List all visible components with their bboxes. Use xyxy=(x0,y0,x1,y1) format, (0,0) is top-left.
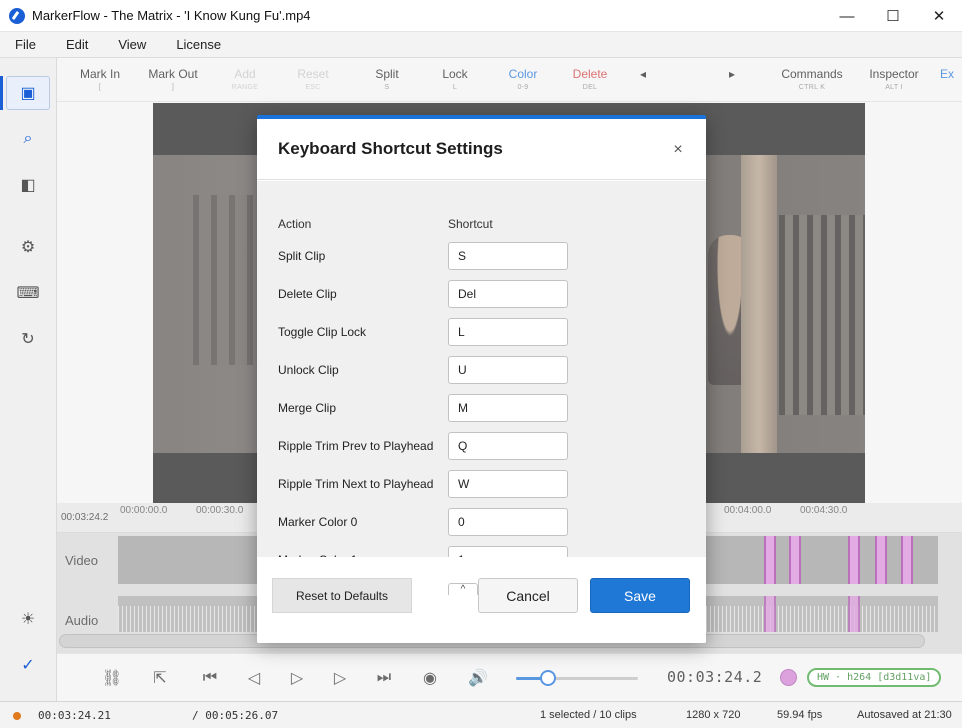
dialog-header: Keyboard Shortcut Settings × xyxy=(257,119,706,180)
active-indicator xyxy=(0,76,3,110)
dialog-footer: Reset to Defaults ^ Cancel Save xyxy=(257,557,706,643)
shortcut-input[interactable]: U xyxy=(448,356,568,384)
shortcut-input[interactable]: Del xyxy=(448,280,568,308)
shortcut-input[interactable]: 0 xyxy=(448,508,568,536)
shortcut-input[interactable]: W xyxy=(448,470,568,498)
column-header-shortcut: Shortcut xyxy=(448,217,493,231)
menu-edit[interactable]: Edit xyxy=(51,37,103,52)
column-header-action: Action xyxy=(278,217,312,231)
panel-icon[interactable]: ◧ xyxy=(6,168,50,202)
reset-defaults-button[interactable]: Reset to Defaults xyxy=(272,578,412,613)
menu-license[interactable]: License xyxy=(161,37,236,52)
shortcut-action-label: Marker Color 0 xyxy=(278,515,358,529)
menu-file[interactable]: File xyxy=(0,37,51,52)
window-title: MarkerFlow - The Matrix - 'I Know Kung F… xyxy=(32,8,311,23)
window-controls: — ☐ ✕ xyxy=(824,0,962,32)
keyboard-icon[interactable]: ⌨ xyxy=(6,276,50,310)
hidden-input-edge: ^ xyxy=(448,583,478,595)
left-rail: ▣ ⌕ ◧ ⚙ ⌨ ↻ ☀ ✓ xyxy=(0,58,57,704)
shortcut-action-label: Delete Clip xyxy=(278,287,337,301)
status-duration: / 00:05:26.07 xyxy=(192,709,279,722)
shortcut-action-label: Split Clip xyxy=(278,249,326,263)
brightness-icon[interactable]: ☀ xyxy=(6,602,50,636)
shortcut-action-label: Merge Clip xyxy=(278,401,337,415)
search-icon[interactable]: ⌕ xyxy=(6,122,50,156)
cancel-button[interactable]: Cancel xyxy=(478,578,578,613)
close-icon[interactable]: × xyxy=(667,141,689,159)
app-logo-icon xyxy=(9,7,25,24)
dialog-title: Keyboard Shortcut Settings xyxy=(278,139,503,158)
settings-icon[interactable]: ⚙ xyxy=(6,230,50,264)
clip-icon[interactable]: ▣ xyxy=(6,76,50,110)
refresh-icon[interactable]: ↻ xyxy=(6,322,50,356)
status-autosave: Autosaved at 21:30 xyxy=(857,709,952,721)
status-dot xyxy=(13,712,21,720)
status-fps: 59.94 fps xyxy=(777,709,823,721)
close-window-button[interactable]: ✕ xyxy=(916,0,962,32)
title-bar: MarkerFlow - The Matrix - 'I Know Kung F… xyxy=(0,0,962,32)
shortcut-input[interactable]: S xyxy=(448,242,568,270)
status-bar: 00:03:24.21 / 00:05:26.07 1 selected / 1… xyxy=(0,701,962,728)
shortcut-action-label: Toggle Clip Lock xyxy=(278,325,367,339)
menu-view[interactable]: View xyxy=(103,37,161,52)
menu-bar: File Edit View License xyxy=(0,32,962,58)
status-selection: 1 selected / 10 clips xyxy=(540,709,637,721)
shortcut-settings-dialog: Keyboard Shortcut Settings × Action Shor… xyxy=(257,115,706,643)
save-button[interactable]: Save xyxy=(590,578,690,613)
shortcut-action-label: Ripple Trim Next to Playhead xyxy=(278,477,434,491)
shortcut-action-label: Unlock Clip xyxy=(278,363,339,377)
status-resolution: 1280 x 720 xyxy=(686,709,741,721)
dialog-body[interactable]: Action Shortcut Split Clip S Delete Clip De… xyxy=(257,181,706,574)
maximize-button[interactable]: ☐ xyxy=(870,0,916,32)
check-icon[interactable]: ✓ xyxy=(6,648,50,682)
shortcut-input[interactable]: L xyxy=(448,318,568,346)
shortcut-input[interactable]: Q xyxy=(448,432,568,460)
minimize-button[interactable]: — xyxy=(824,0,870,32)
status-position: 00:03:24.21 xyxy=(38,709,111,722)
shortcut-input[interactable]: M xyxy=(448,394,568,422)
shortcut-action-label: Ripple Trim Prev to Playhead xyxy=(278,439,434,453)
